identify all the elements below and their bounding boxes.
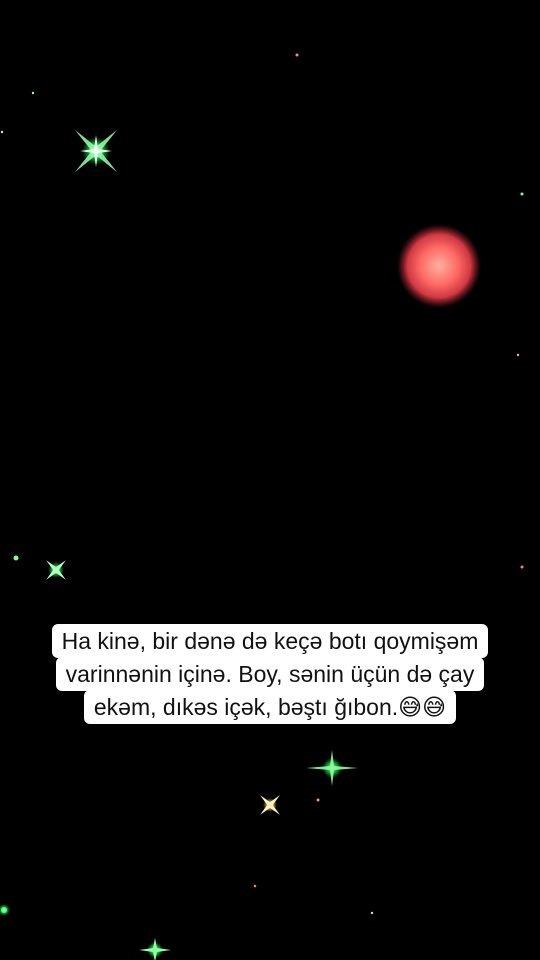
starfield-background	[0, 53, 524, 960]
sparkle-icon	[260, 795, 280, 815]
caption-line-2: varinnənin içinə. Boy, sənin üçün də çay	[55, 657, 485, 691]
sparkle-icon	[74, 129, 118, 173]
caption-line-3: ekəm, dıkəs içək, bəştı ğıbon.😅😅	[83, 690, 457, 724]
caption-line-1: Ha kinə, bir dənə də keçə botı qoymişəm	[51, 624, 489, 658]
sparkle-icon	[139, 938, 171, 960]
sparkle-icon	[46, 560, 66, 580]
caption: Ha kinə, bir dənə də keçə botı qoymişəm …	[0, 624, 540, 724]
red-planet	[397, 224, 481, 308]
small-stars	[0, 53, 524, 916]
sparkle-icon	[306, 750, 358, 786]
